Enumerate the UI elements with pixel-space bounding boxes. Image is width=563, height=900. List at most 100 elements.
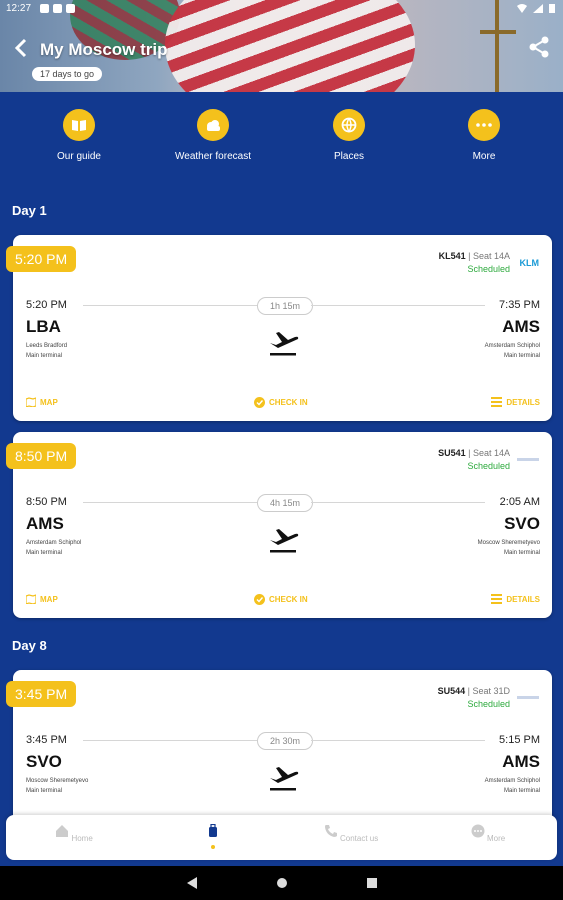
departure-time: 5:20 PM <box>26 299 67 311</box>
departure-airport-name-text: Amsterdam Schiphol <box>26 540 82 546</box>
departure-airport-code: AMS <box>26 514 64 533</box>
countdown-badge: 17 days to go <box>32 67 103 81</box>
battery-icon <box>549 4 555 13</box>
luggage-icon <box>209 823 217 837</box>
share-icon <box>529 36 549 58</box>
nav-more[interactable]: More <box>448 824 528 843</box>
map-label: MAP <box>40 397 58 407</box>
nav-home[interactable]: Home <box>34 824 114 843</box>
arrival-airport-code: SVO <box>504 514 540 533</box>
globe-icon <box>333 109 365 141</box>
departure-time-badge: 8:50 PM <box>6 443 77 469</box>
flight-card[interactable]: 5:20 PM KL541 | Seat 14A Scheduled KLM 5… <box>6 235 552 421</box>
flight-duration: 2h 30m <box>257 732 313 750</box>
arrival-airport-code: AMS <box>502 317 540 336</box>
departure-airport-code: LBA <box>26 317 61 336</box>
map-button[interactable]: MAP <box>26 594 58 604</box>
departure-airport-name-text: Moscow Sheremetyevo <box>26 778 89 784</box>
route-line-right <box>311 305 485 306</box>
signal-icon <box>533 3 543 13</box>
checkin-button[interactable]: CHECK IN <box>254 397 308 408</box>
departure-time-badge: 5:20 PM <box>6 246 77 272</box>
departure-terminal: Main terminal <box>26 550 63 556</box>
details-label: DETAILS <box>506 594 540 604</box>
nav-label: Contact us <box>339 834 379 843</box>
checkin-button[interactable]: CHECK IN <box>254 594 308 605</box>
departure-airport-name: Amsterdam Schiphol Main terminal <box>26 538 81 558</box>
arrival-airport-code: AMS <box>502 752 540 771</box>
flight-card[interactable]: 8:50 PM SU541 | Seat 14A Scheduled 8:50 … <box>6 432 552 618</box>
arrival-airport-name-text: Moscow Sheremetyevo <box>477 540 540 546</box>
departure-terminal: Main terminal <box>26 353 63 359</box>
arrival-terminal: Main terminal <box>503 550 540 556</box>
quick-action-places[interactable]: Places <box>289 109 409 162</box>
recents-square-icon[interactable] <box>366 876 378 890</box>
details-button[interactable]: DETAILS <box>491 594 540 604</box>
departure-time: 8:50 PM <box>26 496 67 508</box>
chevron-left-icon <box>14 38 27 58</box>
arrival-time: 7:35 PM <box>499 299 540 311</box>
system-nav-bar <box>0 866 563 900</box>
map-icon <box>26 397 36 407</box>
departure-airport-name-text: Leeds Bradford <box>26 343 68 349</box>
map-button[interactable]: MAP <box>26 397 58 407</box>
status-notification-icons <box>40 4 75 13</box>
checkin-label: CHECK IN <box>269 595 308 604</box>
quick-action-label: More <box>472 151 496 162</box>
seat-number: Seat 14A <box>472 251 510 261</box>
map-icon <box>26 594 36 604</box>
list-icon <box>491 594 503 604</box>
flight-status: Scheduled <box>467 264 510 274</box>
day-heading: Day 8 <box>12 638 47 653</box>
route-line-left <box>83 502 257 503</box>
nav-contact[interactable]: Contact us <box>311 824 391 843</box>
departure-airport-name: Leeds Bradford Main terminal <box>26 341 67 361</box>
route-line-right <box>311 502 485 503</box>
nav-trips[interactable] <box>173 823 253 849</box>
seat-number: Seat 31D <box>472 686 510 696</box>
home-circle-icon[interactable] <box>276 876 288 890</box>
quick-action-label: Places <box>333 151 364 162</box>
flight-status: Scheduled <box>467 461 510 471</box>
arrival-airport-name: Amsterdam Schiphol Main terminal <box>485 776 540 796</box>
arrival-airport-name: Amsterdam Schiphol Main terminal <box>485 341 540 361</box>
route-line-left <box>83 740 257 741</box>
departure-airport-code: SVO <box>26 752 62 771</box>
wifi-icon <box>517 3 527 13</box>
quick-action-label: Weather forecast <box>175 151 251 162</box>
back-button[interactable] <box>14 38 28 62</box>
day-heading: Day 1 <box>12 203 47 218</box>
plane-takeoff-icon <box>270 332 299 356</box>
flight-info: SU544 | Seat 31D Scheduled <box>437 686 510 709</box>
phone-icon <box>324 825 337 837</box>
flight-info: SU541 | Seat 14A Scheduled <box>438 448 510 471</box>
plane-takeoff-icon <box>270 767 299 791</box>
arrival-airport-name-text: Amsterdam Schiphol <box>484 778 540 784</box>
back-triangle-icon[interactable] <box>186 876 198 890</box>
status-right-icons <box>517 3 555 13</box>
active-indicator <box>211 845 215 849</box>
quick-action-label: Our guide <box>57 151 101 162</box>
share-button[interactable] <box>528 36 552 60</box>
plane-takeoff-icon <box>270 529 299 553</box>
departure-time-badge: 3:45 PM <box>6 681 77 707</box>
quick-action-guide[interactable]: Our guide <box>19 109 139 162</box>
more-icon <box>471 824 485 838</box>
bottom-nav: Home Contact us More <box>6 815 557 860</box>
departure-airport-name: Moscow Sheremetyevo Main terminal <box>26 776 88 796</box>
quick-action-weather[interactable]: Weather forecast <box>153 109 273 162</box>
banner-image-crossbar <box>480 30 516 34</box>
checkin-label: CHECK IN <box>269 398 308 407</box>
details-button[interactable]: DETAILS <box>491 397 540 407</box>
details-label: DETAILS <box>506 397 540 407</box>
arrival-time: 2:05 AM <box>499 496 540 508</box>
status-bar: 12:27 <box>0 0 563 18</box>
seat-number: Seat 14A <box>472 448 510 458</box>
flight-duration: 4h 15m <box>257 494 313 512</box>
dots-icon <box>468 109 500 141</box>
book-icon <box>63 109 95 141</box>
route-line-left <box>83 305 257 306</box>
check-circle-icon <box>254 397 265 408</box>
arrival-airport-name-text: Amsterdam Schiphol <box>484 343 540 349</box>
quick-action-more[interactable]: More <box>424 109 544 162</box>
